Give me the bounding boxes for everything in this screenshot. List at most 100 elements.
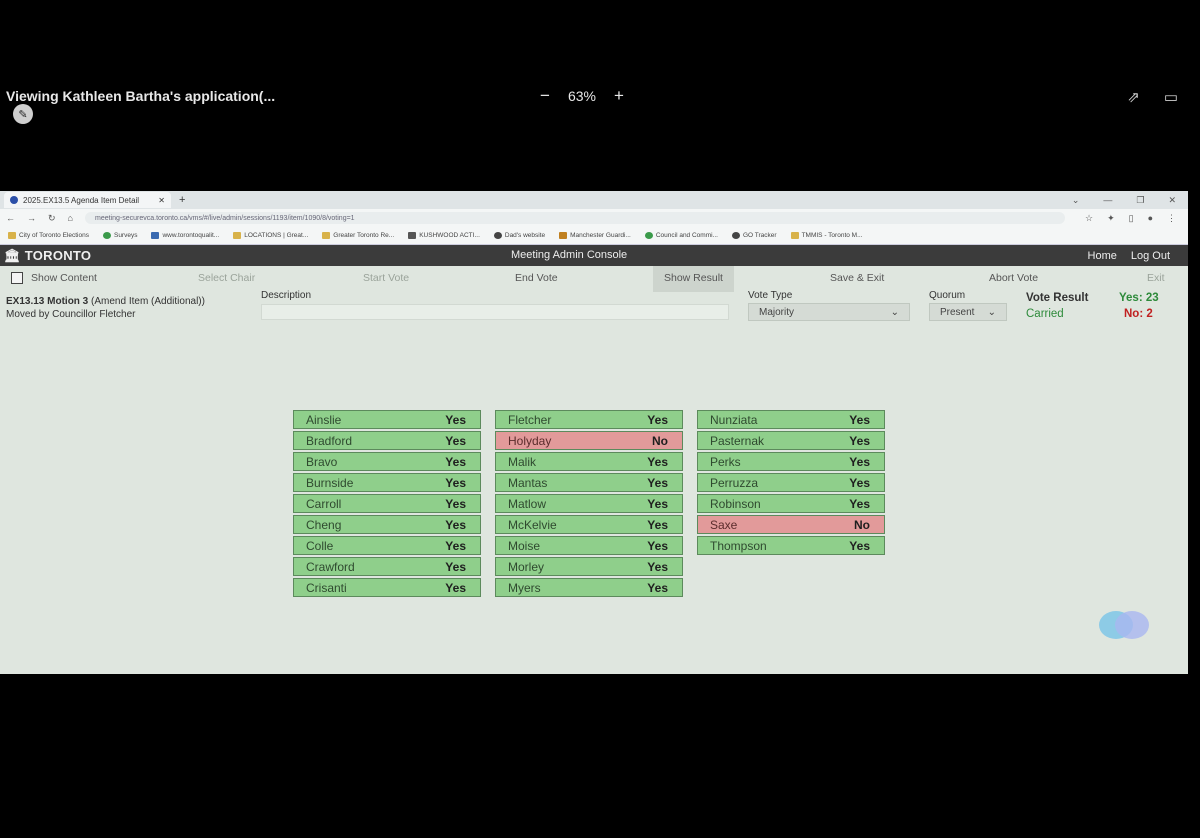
reload-icon[interactable]: ↻ xyxy=(48,213,56,224)
show-result-button[interactable]: Show Result xyxy=(653,266,734,292)
close-tab-icon[interactable]: ✕ xyxy=(158,196,165,205)
bookmark[interactable]: GO Tracker xyxy=(731,232,777,239)
exit-button[interactable]: Exit xyxy=(1147,272,1165,284)
bookmarks-bar: City of Toronto Elections Surveys www.to… xyxy=(0,227,1188,245)
votes-column-3: Nunziata Yes Pasternak Yes Perks Yes Perruzza Y… xyxy=(697,410,885,557)
new-tab-icon[interactable]: + xyxy=(179,194,185,206)
councillor-name: Moise xyxy=(508,538,541,553)
home-icon[interactable]: ⌂ xyxy=(68,213,73,223)
remote-control-icon[interactable]: ⇗ xyxy=(1127,88,1140,106)
bookmark[interactable]: www.torontoqualit... xyxy=(151,232,219,239)
abort-vote-button[interactable]: Abort Vote xyxy=(989,272,1038,284)
bookmark[interactable]: LOCATIONS | Great... xyxy=(233,232,308,239)
councillor-name: Perruzza xyxy=(710,475,759,490)
vote-row: Bradford Yes xyxy=(293,431,481,450)
vote-value: Yes xyxy=(849,475,870,490)
chevron-down-icon[interactable]: ⌄ xyxy=(1072,195,1080,206)
zoom-controls: − 63% + xyxy=(540,87,624,104)
viewer-title: Viewing Kathleen Bartha's application(..… xyxy=(6,88,276,104)
councillor-name: Fletcher xyxy=(508,412,552,427)
moved-by: Moved by Councillor Fletcher xyxy=(6,309,136,320)
vote-row: McKelvie Yes xyxy=(495,515,683,534)
home-link[interactable]: Home xyxy=(1088,250,1117,262)
vote-type-select[interactable]: Majority ⌄ xyxy=(748,303,910,321)
councillor-name: Morley xyxy=(508,559,545,574)
motion-type: (Amend Item (Additional)) xyxy=(91,296,205,307)
sidebar-icon[interactable]: ▯ xyxy=(1129,213,1134,224)
extensions-icon[interactable]: ✦ xyxy=(1107,213,1115,224)
browser-tab-title: 2025.EX13.5 Agenda Item Detail xyxy=(23,195,140,205)
vote-row: Matlow Yes xyxy=(495,494,683,513)
vote-value: Yes xyxy=(849,538,870,553)
bookmark[interactable]: KUSHWOOD ACTI... xyxy=(408,232,480,239)
description-field[interactable] xyxy=(261,304,729,320)
vote-value: Yes xyxy=(849,433,870,448)
councillor-name: Saxe xyxy=(710,517,738,532)
councillor-name: Bravo xyxy=(306,454,338,469)
start-vote-button[interactable]: Start Vote xyxy=(363,272,409,284)
councillor-name: Crawford xyxy=(306,559,355,574)
no-count: No: 2 xyxy=(1124,308,1153,320)
councillor-name: Robinson xyxy=(710,496,761,511)
address-bar[interactable]: meeting-securevca.toronto.ca/vms/#/live/… xyxy=(84,212,1065,224)
bookmark[interactable]: City of Toronto Elections xyxy=(8,232,89,239)
zoom-in-button[interactable]: + xyxy=(614,87,624,104)
vote-result-value: Carried xyxy=(1026,308,1064,320)
bookmark[interactable]: Council and Commi... xyxy=(644,232,718,239)
end-vote-button[interactable]: End Vote xyxy=(515,272,558,284)
chevron-down-icon: ⌄ xyxy=(987,307,996,318)
close-window-icon[interactable]: ✕ xyxy=(1168,195,1176,206)
vote-value: No xyxy=(652,433,668,448)
vote-toolbar: Show Content Select Chair Start Vote End… xyxy=(0,266,1188,292)
councillor-name: Colle xyxy=(306,538,334,553)
vote-row: Thompson Yes xyxy=(697,536,885,555)
vote-value: Yes xyxy=(445,454,466,469)
minimize-icon[interactable]: — xyxy=(1103,195,1112,206)
toronto-logo[interactable]: 🏛 TORONTO xyxy=(4,248,91,264)
back-icon[interactable]: ← xyxy=(6,213,15,223)
vote-value: Yes xyxy=(647,475,668,490)
vote-row: Pasternak Yes xyxy=(697,431,885,450)
councillor-name: Pasternak xyxy=(710,433,765,448)
bookmark[interactable]: Dad's website xyxy=(493,232,545,239)
vote-value: Yes xyxy=(445,538,466,553)
vote-row: Colle Yes xyxy=(293,536,481,555)
vote-value: Yes xyxy=(647,538,668,553)
show-content-toggle[interactable]: Show Content xyxy=(11,272,97,285)
vote-value: Yes xyxy=(647,559,668,574)
councillor-name: Burnside xyxy=(306,475,354,490)
view-options-icon[interactable]: ▭ xyxy=(1164,88,1178,106)
bookmark[interactable]: Manchester Guardi... xyxy=(559,232,631,239)
bookmark[interactable]: Greater Toronto Re... xyxy=(322,232,394,239)
star-icon[interactable]: ☆ xyxy=(1085,213,1093,224)
quorum-label: Quorum xyxy=(929,290,966,301)
quorum-select[interactable]: Present ⌄ xyxy=(929,303,1007,321)
save-exit-button[interactable]: Save & Exit xyxy=(830,272,884,284)
vote-type-label: Vote Type xyxy=(748,290,793,301)
checkbox[interactable] xyxy=(11,272,23,285)
annotate-pencil-icon[interactable]: ✎ xyxy=(13,104,33,124)
councillor-name: Perks xyxy=(710,454,741,469)
browser-tab-strip: 2025.EX13.5 Agenda Item Detail ✕ + ⌄ — ❐… xyxy=(0,191,1188,209)
profile-icon[interactable]: ● xyxy=(1148,213,1153,224)
zoom-out-button[interactable]: − xyxy=(540,87,550,104)
menu-icon[interactable]: ⋮ xyxy=(1167,213,1176,224)
vote-value: Yes xyxy=(445,475,466,490)
select-chair-button[interactable]: Select Chair xyxy=(198,272,255,284)
bookmark[interactable]: TMMIS - Toronto M... xyxy=(790,232,863,239)
vote-row: Holyday No xyxy=(495,431,683,450)
shared-screen: 2025.EX13.5 Agenda Item Detail ✕ + ⌄ — ❐… xyxy=(0,191,1188,674)
vote-value: Yes xyxy=(445,559,466,574)
address-row: ← → ↻ ⌂ meeting-securevca.toronto.ca/vms… xyxy=(0,209,1188,227)
vote-row: Perruzza Yes xyxy=(697,473,885,492)
vote-row: Cheng Yes xyxy=(293,515,481,534)
vote-row: Nunziata Yes xyxy=(697,410,885,429)
browser-tab[interactable]: 2025.EX13.5 Agenda Item Detail ✕ xyxy=(4,192,171,208)
forward-icon[interactable]: → xyxy=(27,213,36,223)
bookmark[interactable]: Surveys xyxy=(102,232,137,239)
logout-link[interactable]: Log Out xyxy=(1131,250,1170,262)
councillor-name: Holyday xyxy=(508,433,552,448)
councillor-name: Ainslie xyxy=(306,412,342,427)
vote-result-label: Vote Result xyxy=(1026,292,1089,304)
maximize-icon[interactable]: ❐ xyxy=(1136,195,1144,206)
